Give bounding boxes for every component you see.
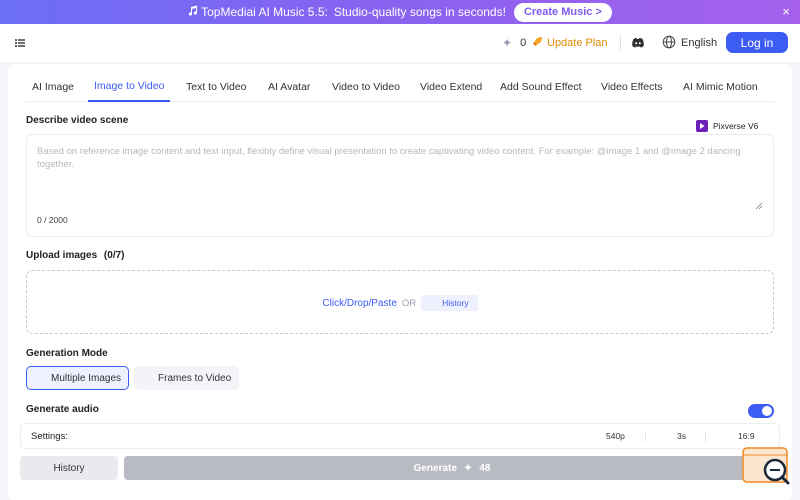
sparkle-icon: ✦ [502,36,513,50]
history-button[interactable]: History [20,456,118,480]
upload-count: (0/7) [103,250,125,261]
generate-cost: 48 [479,462,491,474]
generate-audio-label: Generate audio [26,404,99,412]
globe-icon [662,35,676,52]
tab-ai-image[interactable]: AI Image [32,72,74,102]
generate-label: Generate [413,462,457,474]
generate-button[interactable]: Generate ✦ 48 [124,456,780,480]
login-button[interactable]: Log in [726,32,788,53]
mode-multiple-images[interactable]: Multiple Images [26,366,129,390]
tab-text-to-video[interactable]: Text to Video [186,72,247,102]
resolution-value[interactable]: 540p [606,431,625,441]
header-bar: ✦ 0 Update Plan English Log in [0,24,800,62]
menu-icon[interactable] [12,35,28,51]
language-selector[interactable]: English [662,30,717,56]
banner-title: TopMediai AI Music 5.5: [201,5,328,19]
upload-link[interactable]: Click/Drop/Paste [322,298,396,309]
prompt-placeholder: Based on reference image content and tex… [37,146,741,170]
settings-label: Settings: [31,431,68,442]
tool-tabs: AI Image Image to Video Text to Video AI… [26,72,774,102]
upload-label-text: Upload images [26,250,98,261]
settings-bar[interactable]: Settings: 540p 3s 16:9 [20,423,780,449]
settings-divider [645,431,646,442]
promo-banner: TopMediai AI Music 5.5: Studio-quality s… [0,0,800,24]
update-plan-button[interactable]: Update Plan [532,30,608,56]
tab-ai-avatar[interactable]: AI Avatar [268,72,310,102]
character-counter: 0 / 2000 [37,215,68,225]
upload-history-label: History [442,298,469,308]
prompt-textarea[interactable]: Based on reference image content and tex… [26,134,774,237]
describe-label: Describe video scene [26,115,129,126]
header-divider [620,36,621,50]
tab-ai-mimic-motion[interactable]: AI Mimic Motion [683,72,758,102]
close-icon[interactable]: × [782,4,790,19]
model-label: Pixverse V6 [713,121,759,131]
credits-display[interactable]: ✦ 0 [494,30,534,56]
settings-divider [705,431,706,442]
ratio-value[interactable]: 16:9 [738,431,755,441]
banner-subtitle: Studio-quality songs in seconds! [333,5,506,19]
generate-audio-toggle[interactable] [748,404,774,418]
music-note-icon [188,5,198,19]
tab-add-sound-effect[interactable]: Add Sound Effect [500,72,582,102]
main-panel: AI Image Image to Video Text to Video AI… [8,64,792,500]
clock-icon [430,298,438,308]
language-label: English [681,37,718,49]
tab-video-effects[interactable]: Video Effects [601,72,663,102]
tab-image-to-video[interactable]: Image to Video [88,72,171,102]
model-selector[interactable]: Pixverse V6 [696,120,758,132]
credits-count: 0 [520,37,527,49]
upload-actions: Click/Drop/Paste OR History [27,295,773,311]
sparkle-icon: ✦ [463,462,473,474]
upload-dropzone[interactable]: Click/Drop/Paste OR History [26,270,774,334]
rocket-icon [532,36,543,50]
resize-handle-icon[interactable] [755,197,763,210]
tab-video-extend[interactable]: Video Extend [420,72,482,102]
update-plan-label: Update Plan [547,37,608,49]
tab-video-to-video[interactable]: Video to Video [332,72,400,102]
mode-frames-to-video[interactable]: Frames to Video [134,366,239,390]
create-music-button[interactable]: Create Music > [513,2,612,22]
upload-or: OR [401,297,417,309]
upload-label: Upload images (0/7) [26,250,124,261]
upload-history-button[interactable]: History [421,295,478,311]
generation-mode-label: Generation Mode [26,348,108,359]
support-chat-icon[interactable] [742,446,790,486]
discord-icon[interactable] [631,36,645,50]
pixverse-logo-icon [696,120,708,132]
duration-value[interactable]: 3s [677,431,686,441]
